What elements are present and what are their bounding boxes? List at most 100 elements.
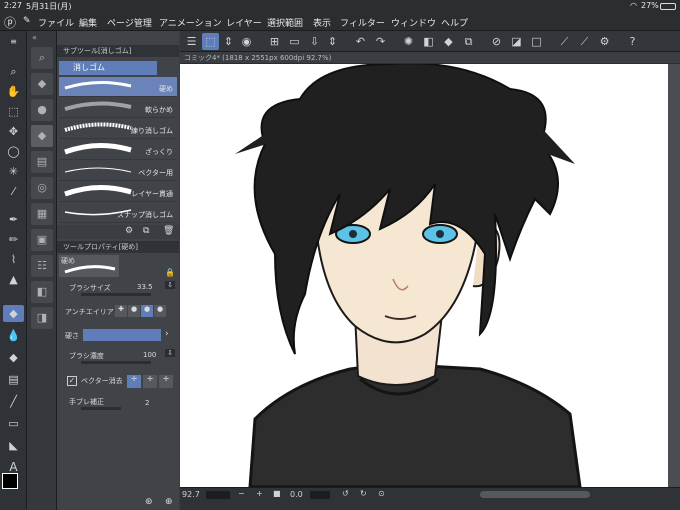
app-logo-icon[interactable]: ⓟ xyxy=(4,14,16,31)
save-options-icon[interactable]: ⇕ xyxy=(324,33,341,50)
brush-item-snap[interactable]: スナップ消しゴム xyxy=(59,203,177,223)
layer-group-icon[interactable]: ▤ xyxy=(31,151,53,173)
stabilization-slider[interactable] xyxy=(81,407,121,410)
antialias-none-icon[interactable]: ✚ xyxy=(115,305,127,317)
frame-tool-icon[interactable]: ▭ xyxy=(3,415,24,432)
menu-view[interactable]: 表示 xyxy=(313,16,331,29)
add-property-icon[interactable]: ⊕ xyxy=(165,497,173,507)
brush-item-kneaded[interactable]: 練り消しゴム xyxy=(59,119,177,139)
menu-toggle-icon[interactable]: ☰ xyxy=(183,33,200,50)
brush-item-soft[interactable]: 軟らかめ xyxy=(59,98,177,118)
menu-selection[interactable]: 選択範囲 xyxy=(267,16,303,29)
menu-page[interactable]: ページ管理 xyxy=(107,16,152,29)
delete-subtool-icon[interactable]: 🗑 xyxy=(163,226,174,236)
lock-icon[interactable]: 🔒 xyxy=(165,268,175,277)
layer-property-icon[interactable]: ◧ xyxy=(31,281,53,303)
rotate-left-icon[interactable]: ↺ xyxy=(342,489,349,498)
copy-subtool-icon[interactable]: ⧉ xyxy=(143,226,149,236)
rotate-right-icon[interactable]: ↻ xyxy=(360,489,367,498)
zoom-in-icon[interactable]: + xyxy=(256,489,263,498)
airbrush-icon[interactable]: ▲ xyxy=(3,271,24,288)
zoom-value[interactable]: 92.7 xyxy=(182,490,200,499)
menu-filter[interactable]: フィルター xyxy=(340,16,385,29)
gradient-tool-icon[interactable]: ▤ xyxy=(3,371,24,388)
subtool-group-tab[interactable]: 消しゴム xyxy=(59,61,157,75)
object-tool-icon[interactable]: ⬚ xyxy=(3,103,24,120)
color-wheel-icon[interactable]: ◎ xyxy=(31,177,53,199)
hand-tool-icon[interactable]: ✋ xyxy=(3,83,24,100)
brush-size-slider[interactable] xyxy=(81,293,151,296)
color-set-icon[interactable]: ▦ xyxy=(31,203,53,225)
fill-tool-icon[interactable]: ◆ xyxy=(3,349,24,366)
rotation-slider[interactable] xyxy=(310,491,330,499)
menu-file[interactable]: ファイル xyxy=(38,16,74,29)
zoom-slider[interactable] xyxy=(206,491,230,499)
clear-icon[interactable]: ◧ xyxy=(420,33,437,50)
stabilization-value[interactable]: 2 xyxy=(145,399,149,407)
brush-size-value[interactable]: 33.5 xyxy=(137,283,153,291)
horizontal-scrollbar[interactable] xyxy=(480,491,590,498)
magic-wand-icon[interactable]: ✳ xyxy=(3,163,24,180)
undo-icon[interactable]: ↶ xyxy=(352,33,369,50)
menu-window[interactable]: ウィンドウ xyxy=(391,16,436,29)
redo-icon[interactable]: ↷ xyxy=(372,33,389,50)
invert-selection-icon[interactable]: ◪ xyxy=(508,33,525,50)
material-icon[interactable]: ☷ xyxy=(31,255,53,277)
rotation-value[interactable]: 0.0 xyxy=(290,490,303,499)
save-icon[interactable]: ⇩ xyxy=(306,33,323,50)
zoom-out-icon[interactable]: − xyxy=(238,489,245,498)
move-tool-icon[interactable]: ✥ xyxy=(3,123,24,140)
pen-tool-icon[interactable]: ✒ xyxy=(3,211,24,228)
panel-collapse-icon[interactable]: ≡ xyxy=(3,33,24,50)
vector-erase-checkbox[interactable]: ✓ xyxy=(67,376,77,386)
fill-icon[interactable]: ◆ xyxy=(440,33,457,50)
navigator-icon[interactable]: ▣ xyxy=(31,229,53,251)
menu-animation[interactable]: アニメーション xyxy=(159,16,222,29)
blend-group-icon[interactable]: ● xyxy=(31,99,53,121)
selection-border-icon[interactable]: □ xyxy=(528,33,545,50)
menu-layer[interactable]: レイヤー xyxy=(226,16,262,29)
fit-icon[interactable]: ■ xyxy=(273,489,281,498)
blend-tool-icon[interactable]: 💧 xyxy=(3,327,24,344)
eyedropper-icon[interactable]: ⁄ xyxy=(3,183,24,200)
brush-item-hard[interactable]: 硬め xyxy=(59,77,177,97)
vector-erase-mode-icon[interactable]: ✛ xyxy=(127,375,141,388)
canvas-tab[interactable]: コミック4* (1818 x 2551px 600dpi 92.7%) xyxy=(184,53,331,63)
pencil-tool-icon[interactable]: ✏ xyxy=(3,231,24,248)
menu-help[interactable]: ヘルプ xyxy=(441,16,468,29)
eraser-tool-icon[interactable]: ◆ xyxy=(3,305,24,322)
figure-tool-icon[interactable]: ╱ xyxy=(3,393,24,410)
subtool-settings-icon[interactable]: ⚙ xyxy=(125,226,133,236)
history-icon[interactable]: ◨ xyxy=(31,307,53,329)
settings-icon[interactable]: ⚙ xyxy=(596,33,613,50)
hardness-slider[interactable] xyxy=(83,329,161,341)
brush-tool-icon[interactable]: ⌇ xyxy=(3,251,24,268)
pen-pressure-icon[interactable]: ⟋ xyxy=(576,33,593,50)
brush-density-slider[interactable] xyxy=(81,361,151,364)
new-file-icon[interactable]: ⊞ xyxy=(266,33,283,50)
canvas-document[interactable] xyxy=(180,64,668,487)
menu-edit[interactable]: 編集 xyxy=(79,16,97,29)
vector-erase-whole-icon[interactable]: ✛ xyxy=(159,375,173,388)
antialias-weak-icon[interactable]: ● xyxy=(128,305,140,317)
deselect-icon[interactable]: ⊘ xyxy=(488,33,505,50)
vector-erase-intersect-icon[interactable]: ✛ xyxy=(143,375,157,388)
brush-item-vector[interactable]: ベクター用 xyxy=(59,161,177,181)
eraser-group-icon[interactable]: ◆ xyxy=(31,73,53,95)
balloon-tool-icon[interactable]: ◣ xyxy=(3,437,24,454)
pen-icon[interactable]: ✎ xyxy=(23,16,31,26)
ruler-icon[interactable]: ⟋ xyxy=(556,33,573,50)
antialias-medium-icon[interactable]: ● xyxy=(141,305,153,317)
brush-size-stepper[interactable]: ⇩ xyxy=(165,281,175,289)
zoom-group-icon[interactable]: ⌕ xyxy=(31,47,53,69)
antialias-strong-icon[interactable]: ● xyxy=(154,305,166,317)
chevron-right-icon[interactable]: › xyxy=(165,329,169,339)
brush-item-rough[interactable]: ざっくり xyxy=(59,140,177,160)
collapse-arrow-icon[interactable]: « xyxy=(32,33,37,42)
eraser-group-active-icon[interactable]: ◆ xyxy=(31,125,53,147)
reset-rotation-icon[interactable]: ⊙ xyxy=(378,489,385,498)
open-folder-icon[interactable]: ▭ xyxy=(286,33,303,50)
brush-item-through-layers[interactable]: レイヤー貫通 xyxy=(59,182,177,202)
restore-icon[interactable]: ⊛ xyxy=(145,497,153,507)
transform-icon[interactable]: ⧉ xyxy=(460,33,477,50)
